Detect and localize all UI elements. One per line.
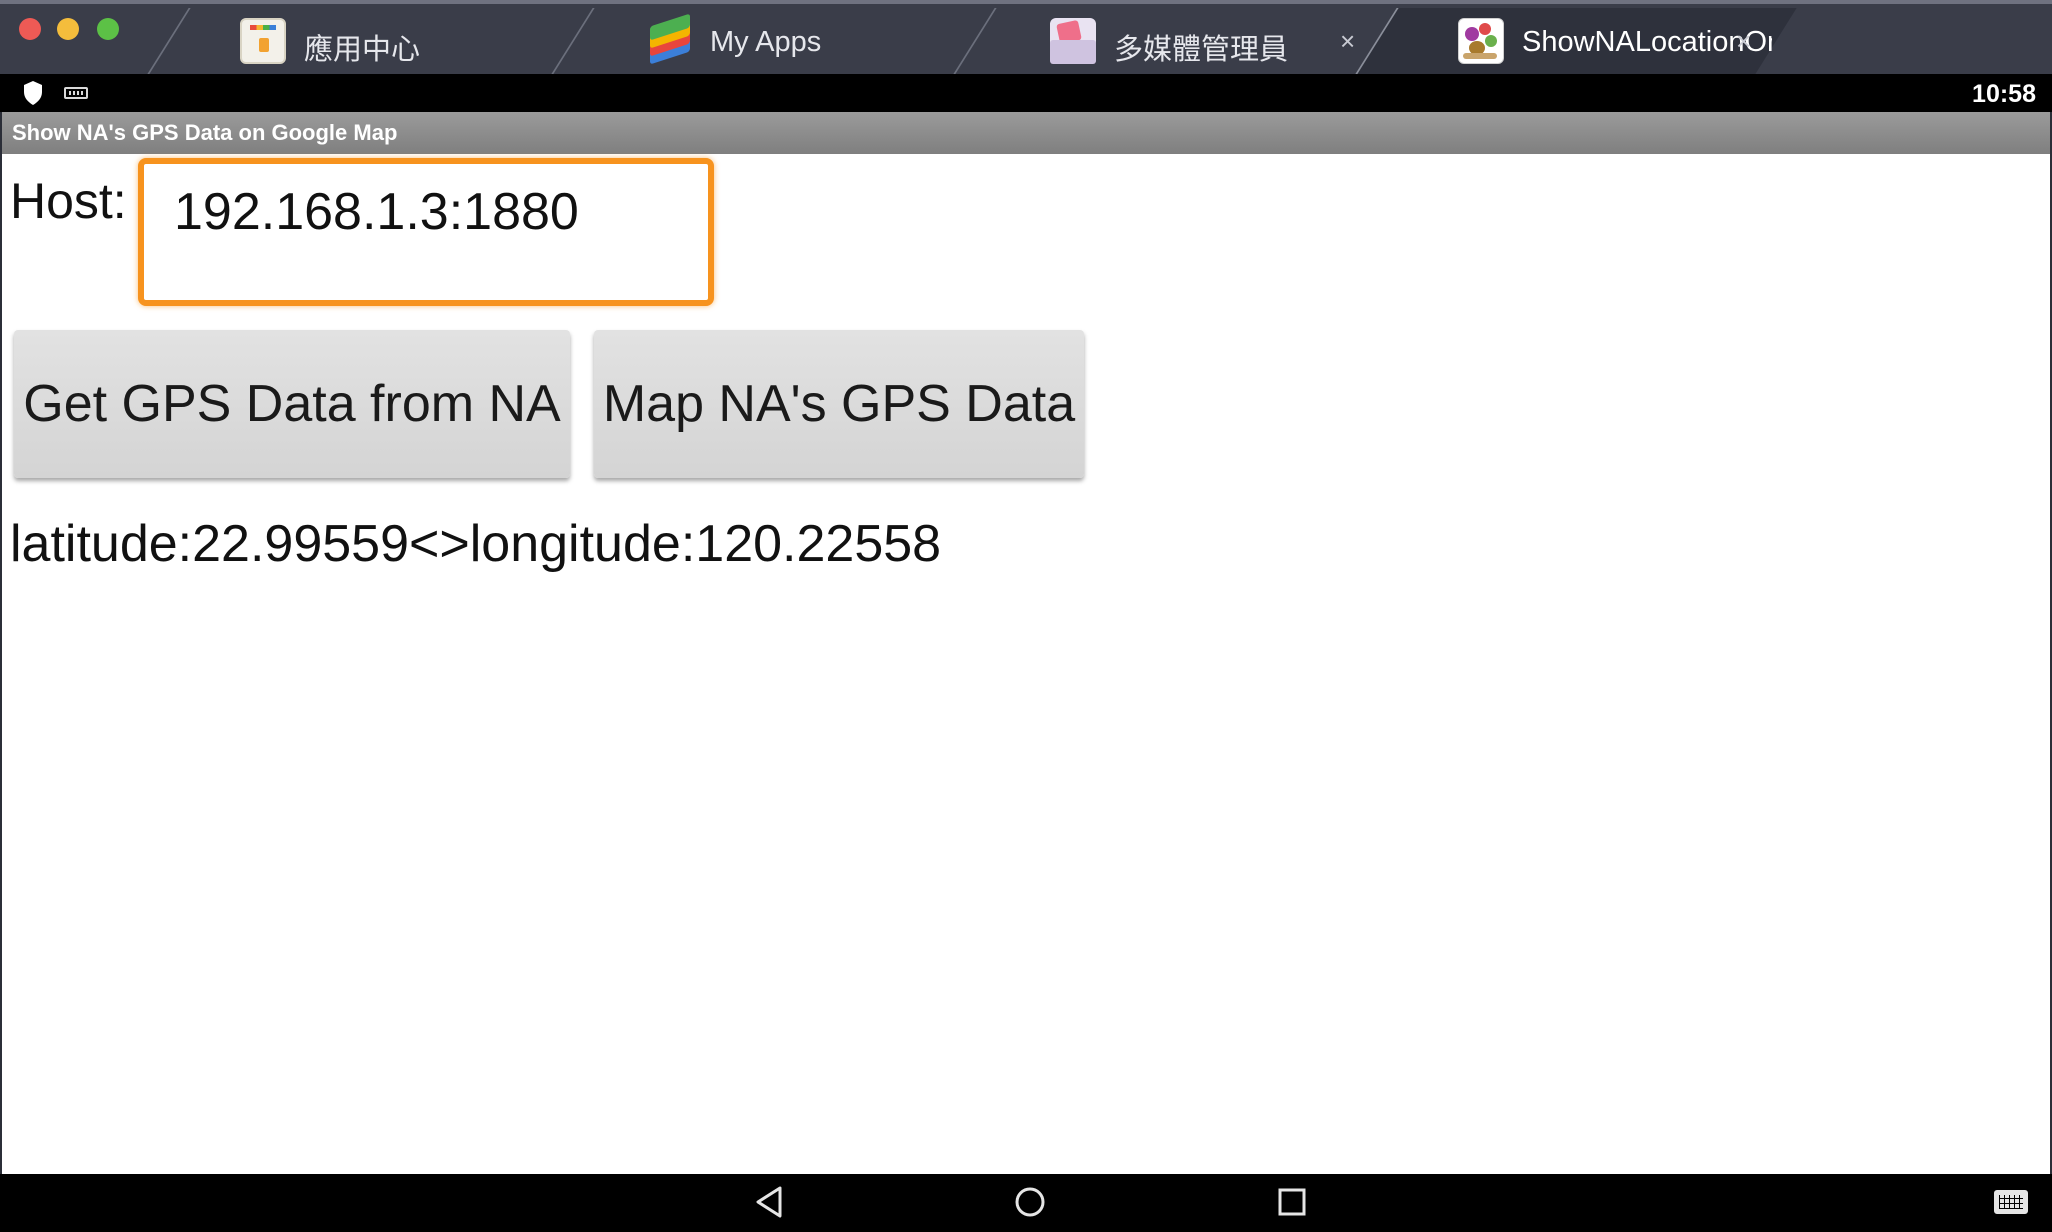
recents-icon[interactable]	[1272, 1182, 1312, 1222]
browser-tab-bar: 應用中心 My Apps 多媒體管理員 × ShowNALocationOnG …	[0, 0, 2052, 74]
shownalocation-app-icon	[1458, 18, 1504, 64]
home-icon[interactable]	[1010, 1182, 1050, 1222]
tab-shownalocation[interactable]: ShowNALocationOnG ×	[1355, 8, 1797, 74]
android-navigation-bar	[0, 1174, 2052, 1232]
back-icon[interactable]	[750, 1182, 790, 1222]
tab-app-center[interactable]: 應用中心	[147, 8, 601, 74]
app-center-icon	[240, 18, 286, 64]
get-gps-data-button[interactable]: Get GPS Data from NA	[14, 330, 570, 478]
app-title: Show NA's GPS Data on Google Map	[12, 120, 398, 145]
tab-label: My Apps	[710, 26, 822, 58]
window-close-button[interactable]	[19, 18, 41, 40]
close-icon[interactable]: ×	[1736, 26, 1751, 56]
close-icon[interactable]: ×	[1340, 26, 1355, 56]
android-status-bar: 10:58	[0, 74, 2052, 112]
tab-label: 多媒體管理員	[1114, 34, 1289, 66]
keyboard-icon[interactable]	[1994, 1190, 2028, 1214]
media-manager-icon	[1050, 18, 1096, 64]
gps-coordinates-text: latitude:22.99559<>longitude:120.22558	[10, 515, 942, 573]
app-content: Host: Get GPS Data from NA Map NA's GPS …	[2, 154, 2050, 1174]
tab-media-manager[interactable]: 多媒體管理員 ×	[953, 8, 1405, 74]
map-gps-data-button[interactable]: Map NA's GPS Data	[594, 330, 1084, 478]
host-input[interactable]	[138, 158, 714, 306]
tab-label: ShowNALocationOnG	[1522, 26, 1772, 58]
my-apps-icon	[646, 13, 692, 65]
status-clock: 10:58	[1972, 80, 2036, 108]
window-maximize-button[interactable]	[97, 18, 119, 40]
app-title-bar: Show NA's GPS Data on Google Map	[2, 112, 2050, 154]
keyboard-status-icon	[64, 87, 88, 99]
shield-icon	[24, 81, 42, 105]
host-label: Host:	[10, 173, 127, 229]
tab-label: 應用中心	[304, 34, 421, 66]
tab-my-apps[interactable]: My Apps	[551, 8, 1003, 74]
window-minimize-button[interactable]	[57, 18, 79, 40]
